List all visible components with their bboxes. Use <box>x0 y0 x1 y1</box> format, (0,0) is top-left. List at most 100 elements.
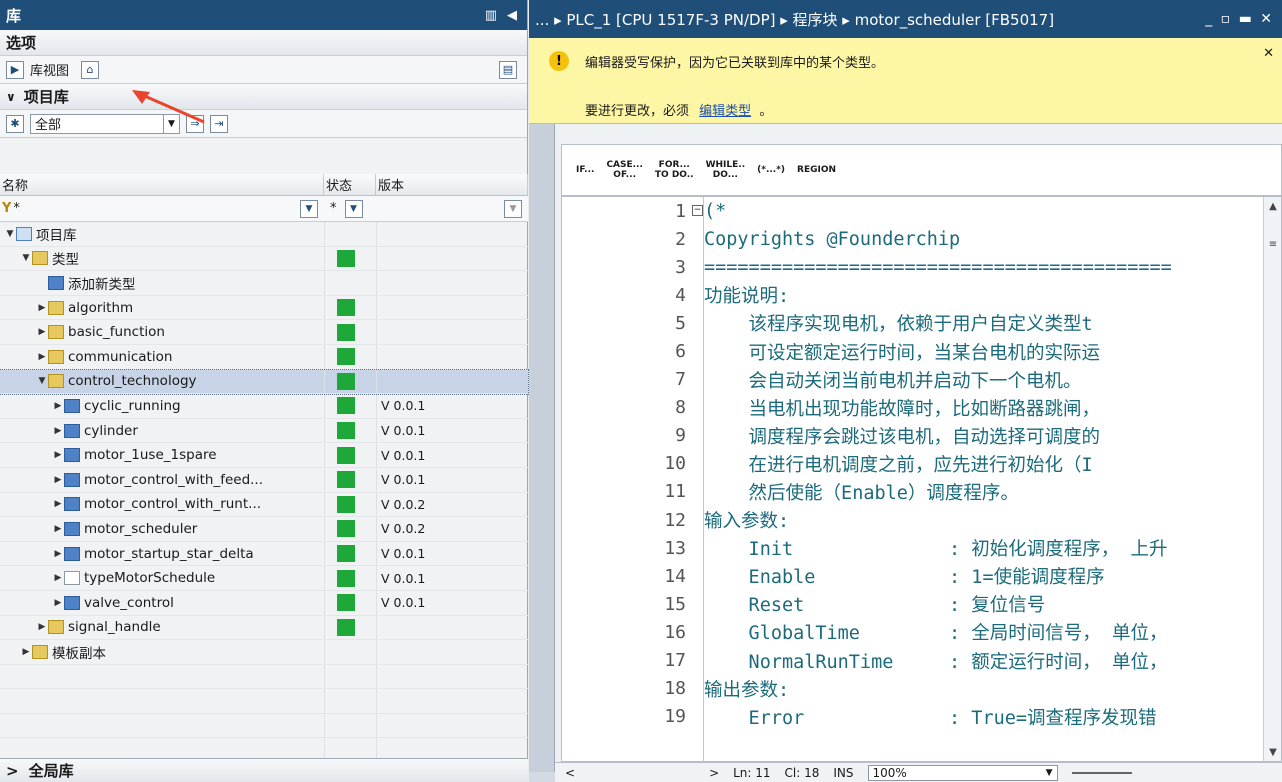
global-library-header[interactable]: > 全局库 <box>0 758 528 782</box>
expanded-arrow-icon[interactable]: ▼ <box>36 376 48 386</box>
expand-arrow-icon[interactable]: ▶ <box>36 327 48 337</box>
project-library-header[interactable]: ∨ 项目库 <box>0 84 527 110</box>
expand-arrow-icon[interactable]: ▶ <box>52 450 64 460</box>
scroll-thumb[interactable]: ≡ <box>1264 235 1281 253</box>
version-filter-cell[interactable]: ▼ <box>376 199 528 218</box>
zoom-slider[interactable] <box>1071 771 1132 774</box>
code-line[interactable]: 输出参数: <box>704 675 1264 703</box>
tree-row[interactable]: ▼ control_technology <box>0 368 529 396</box>
expand-arrow-icon[interactable]: ▶ <box>20 647 32 657</box>
scl-code-editor[interactable]: 1 2 3 4 5 6 7 8 9 10 11 12 13 14 15 16 17 18 19 − (* Copyri… <box>561 196 1282 762</box>
tree-row[interactable]: ▶ 模板副本 <box>0 640 528 665</box>
code-line[interactable]: 当电机出现功能故障时，比如断路器跳闸， <box>704 394 1264 422</box>
name-filter-cell[interactable]: Y * ▼ <box>0 199 324 218</box>
snippet-button[interactable]: IF... <box>576 165 594 175</box>
new-type-icon[interactable]: ✱ <box>6 114 24 133</box>
expanded-arrow-icon[interactable]: ▼ <box>20 253 32 263</box>
code-line[interactable]: 会自动关闭当前电机并启动下一个电机。 <box>704 366 1264 394</box>
code-line[interactable]: 可设定额定运行时间，当某台电机的实际运 <box>704 337 1264 365</box>
code-line[interactable]: Enable : 1=使能调度程序 <box>704 562 1264 590</box>
code-line[interactable]: Error : True=调查程序发现错 <box>704 703 1264 731</box>
side-tabs-strip[interactable] <box>529 124 555 772</box>
edit-type-link[interactable]: 编辑类型 <box>699 104 751 119</box>
breadcrumb[interactable]: ... ▸ PLC_1 [CPU 1517F-3 PN/DP] ▸ 程序块 ▸ … <box>535 9 1054 30</box>
open-global-library-icon[interactable]: ▤ <box>499 60 517 79</box>
expand-arrow-icon[interactable]: ▶ <box>52 573 64 583</box>
snippet-button[interactable]: CASE... OF... <box>606 160 642 180</box>
column-status[interactable]: 状态 <box>324 174 376 195</box>
fold-margin[interactable]: − <box>692 197 704 761</box>
code-line[interactable]: Reset : 复位信号 <box>704 590 1264 618</box>
snippet-button[interactable]: WHILE.. DO... <box>706 160 746 180</box>
scroll-right-icon[interactable]: > <box>709 766 719 780</box>
expand-all-icon[interactable]: ⇒ <box>186 114 204 133</box>
expand-arrow-icon[interactable]: ▶ <box>52 475 64 485</box>
tree-row[interactable]: ▼ 类型 <box>0 246 528 272</box>
vertical-scrollbar[interactable]: ▲ ≡ ▼ <box>1263 197 1281 761</box>
collapse-pane-icon[interactable]: ◀ <box>507 8 517 23</box>
scroll-left-icon[interactable]: < <box>565 766 575 780</box>
code-line[interactable]: Init : 初始化调度程序， 上升 <box>704 534 1264 562</box>
tree-row[interactable]: ▶ typeMotorSchedule V 0.0.1 <box>0 566 528 591</box>
chevron-down-icon[interactable]: ▼ <box>504 199 522 218</box>
code-line[interactable]: 在进行电机调度之前，应先进行初始化（I <box>704 450 1264 478</box>
expand-arrow-icon[interactable]: ▶ <box>36 303 48 313</box>
collapse-icon[interactable]: − <box>692 205 703 216</box>
code-line[interactable]: NormalRunTime : 额定运行时间， 单位， <box>704 647 1264 675</box>
collapse-all-icon[interactable]: ⇥ <box>210 114 228 133</box>
snippet-button[interactable]: (*...*) <box>757 165 785 175</box>
window-controls[interactable]: _ ▫ ▬ ✕ <box>1205 11 1274 27</box>
tree-row[interactable]: ▶ basic_function <box>0 320 528 345</box>
tree-row[interactable]: ▶ cyclic_running V 0.0.1 <box>0 394 528 419</box>
options-header[interactable]: 选项 <box>0 30 527 56</box>
code-line[interactable]: 调度程序会跳过该电机，自动选择可调度的 <box>704 422 1264 450</box>
expand-arrow-icon[interactable]: ▶ <box>52 598 64 608</box>
column-name[interactable]: 名称 <box>0 174 324 195</box>
snippet-button[interactable]: FOR... TO DO.. <box>655 160 694 180</box>
tree-row[interactable]: ▶ motor_control_with_feed... V 0.0.1 <box>0 467 528 493</box>
code-line[interactable]: 输入参数: <box>704 506 1264 534</box>
scroll-down-icon[interactable]: ▼ <box>1264 743 1281 761</box>
tree-row[interactable]: ▼ 项目库 <box>0 222 528 247</box>
expand-arrow-icon[interactable]: ▶ <box>52 549 64 559</box>
expanded-arrow-icon[interactable]: ▼ <box>4 229 16 239</box>
expand-arrow-icon[interactable]: ▶ <box>36 352 48 362</box>
code-line[interactable]: 该程序实现电机，依赖于用户自定义类型t <box>704 309 1264 337</box>
status-filter-cell[interactable]: * ▼ <box>324 199 376 218</box>
column-version[interactable]: 版本 <box>376 174 528 195</box>
tree-row[interactable]: ▶ signal_handle <box>0 615 528 641</box>
tree-row[interactable]: ▶ valve_control V 0.0.1 <box>0 590 528 616</box>
tree-row[interactable]: ▶ algorithm <box>0 295 528 321</box>
expand-arrow-icon[interactable]: ▶ <box>52 499 64 509</box>
expand-arrow-icon[interactable]: ▶ <box>52 524 64 534</box>
chevron-down-icon[interactable]: ▼ <box>300 199 318 218</box>
scroll-up-icon[interactable]: ▲ <box>1264 197 1281 215</box>
expand-arrow-icon[interactable]: ▶ <box>36 622 48 632</box>
tree-row[interactable]: ▶ communication <box>0 344 528 370</box>
tree-row[interactable]: ▶ cylinder V 0.0.1 <box>0 418 528 444</box>
snippet-button[interactable]: REGION <box>797 165 836 175</box>
library-management-icon[interactable]: ⌂ <box>81 60 100 79</box>
tree-row[interactable]: 添加新类型 <box>0 271 528 296</box>
chevron-down-icon[interactable]: ▼ <box>344 199 363 218</box>
zoom-select[interactable]: 100% ▼ <box>867 764 1058 781</box>
expand-arrow-icon[interactable]: ▶ <box>52 426 64 436</box>
library-filter-select[interactable]: 全部 ▼ <box>30 113 180 134</box>
library-view-icon[interactable]: ▶ <box>6 60 24 79</box>
code-line[interactable]: GlobalTime : 全局时间信号， 单位， <box>704 618 1264 646</box>
tree-row[interactable]: ▶ motor_1use_1spare V 0.0.1 <box>0 443 528 468</box>
library-view-button[interactable]: 库视图 <box>30 60 69 79</box>
tree-row[interactable]: ▶ motor_control_with_runt... V 0.0.2 <box>0 492 528 518</box>
code-line[interactable]: Copyrights @Founderchip <box>704 225 1264 253</box>
status-cell <box>324 418 376 443</box>
code-line[interactable]: (* <box>704 197 1264 225</box>
code-line[interactable]: ========================================… <box>704 253 1264 281</box>
line-number: 14 <box>664 565 686 587</box>
code-line[interactable]: 然后使能（Enable）调度程序。 <box>704 478 1264 506</box>
expand-arrow-icon[interactable]: ▶ <box>52 401 64 411</box>
code-line[interactable]: 功能说明: <box>704 281 1264 309</box>
tree-row[interactable]: ▶ motor_startup_star_delta V 0.0.1 <box>0 541 528 567</box>
tree-row[interactable]: ▶ motor_scheduler V 0.0.2 <box>0 517 528 542</box>
close-icon[interactable]: ✕ <box>1263 46 1274 61</box>
pane-layout-icon[interactable]: ▥ <box>485 8 497 23</box>
